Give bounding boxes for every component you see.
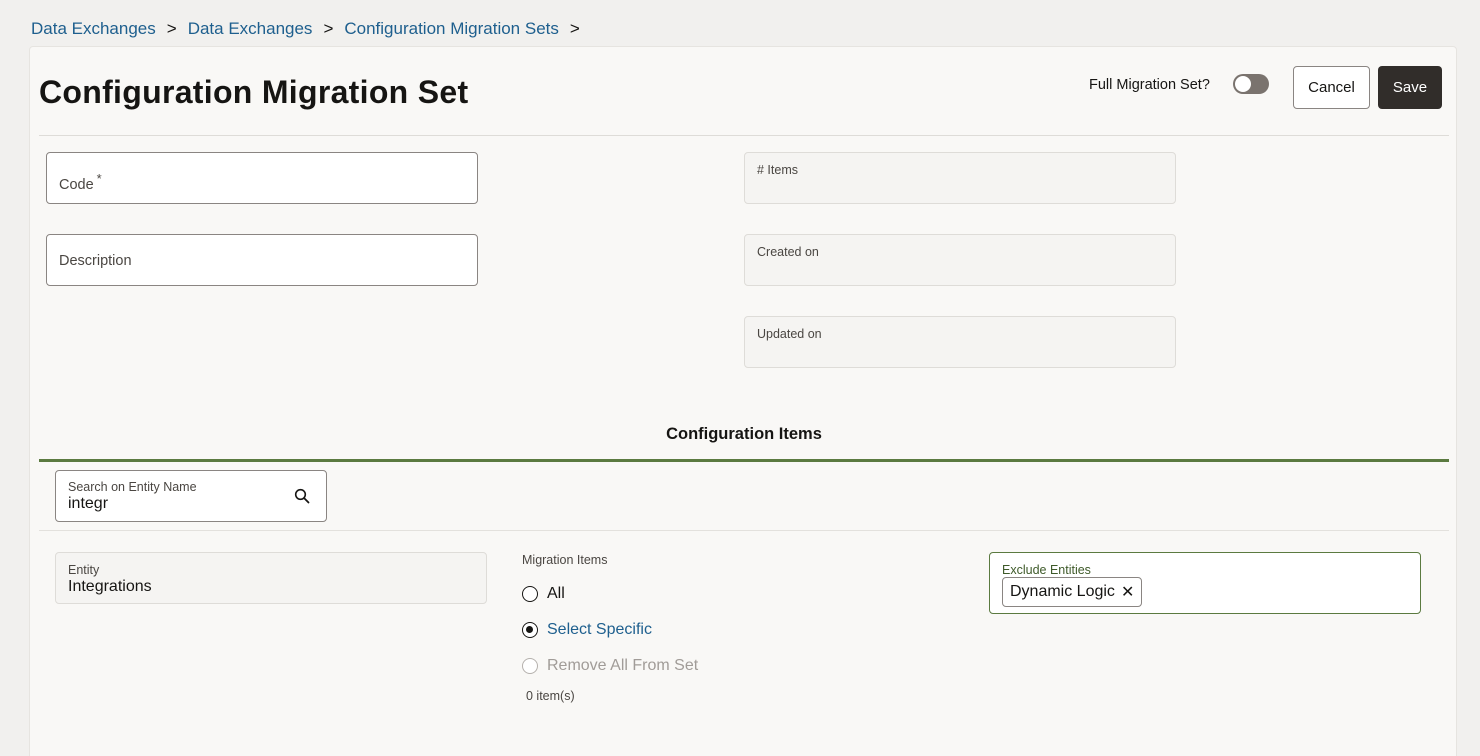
search-value: integr (68, 495, 109, 512)
section-underline (39, 459, 1449, 462)
search-icon[interactable] (294, 488, 310, 504)
breadcrumb-link-configuration-migration-sets[interactable]: Configuration Migration Sets (344, 19, 559, 39)
radio-select-specific-label: Select Specific (547, 621, 652, 638)
items-count-field: # Items (744, 152, 1176, 204)
radio-button-checked[interactable] (522, 622, 538, 638)
breadcrumb-separator: > (569, 19, 580, 38)
code-label-text: Code (59, 176, 94, 193)
page-title: Configuration Migration Set (39, 74, 469, 110)
entity-value: Integrations (68, 578, 152, 595)
radio-button-disabled (522, 658, 538, 674)
breadcrumb-link-data-exchanges[interactable]: Data Exchanges (31, 19, 156, 39)
breadcrumb-separator: > (166, 19, 177, 38)
close-icon[interactable]: ✕ (1121, 582, 1134, 602)
description-field[interactable]: Description (46, 234, 478, 286)
radio-remove-all-label: Remove All From Set (547, 657, 699, 674)
updated-on-label: Updated on (757, 327, 822, 341)
radio-button[interactable] (522, 586, 538, 602)
cancel-button[interactable]: Cancel (1293, 66, 1370, 109)
save-button[interactable]: Save (1378, 66, 1442, 109)
migration-items-label: Migration Items (522, 553, 608, 567)
header-divider (39, 135, 1449, 136)
exclude-entities-label: Exclude Entities (1002, 563, 1091, 577)
exclude-chip-label: Dynamic Logic (1010, 583, 1115, 600)
created-on-label: Created on (757, 245, 819, 259)
entity-search-input[interactable]: Search on Entity Name integr (55, 470, 327, 522)
required-marker: * (96, 171, 102, 186)
item-count-text: 0 item(s) (526, 689, 575, 703)
breadcrumb-link-data-exchanges-2[interactable]: Data Exchanges (188, 19, 313, 39)
toggle-knob (1235, 76, 1251, 92)
full-migration-set-label: Full Migration Set? (1089, 77, 1210, 93)
full-migration-set-toggle[interactable] (1233, 74, 1269, 94)
items-count-label: # Items (757, 163, 798, 177)
exclude-chip: Dynamic Logic ✕ (1002, 577, 1143, 607)
entity-field: Entity Integrations (55, 552, 487, 604)
description-label: Description (59, 253, 132, 269)
entity-label: Entity (68, 563, 100, 577)
section-title-configuration-items: Configuration Items (666, 425, 822, 443)
code-field[interactable]: Code * (46, 152, 478, 204)
breadcrumb-separator: > (323, 19, 334, 38)
section-divider (39, 530, 1449, 531)
updated-on-field: Updated on (744, 316, 1176, 368)
radio-all[interactable]: All (522, 585, 565, 603)
search-label: Search on Entity Name (68, 480, 197, 494)
radio-select-specific[interactable]: Select Specific (522, 621, 652, 639)
code-label: Code * (59, 171, 102, 193)
created-on-field: Created on (744, 234, 1176, 286)
breadcrumb: Data Exchanges > Data Exchanges > Config… (31, 18, 591, 40)
exclude-entities-input[interactable]: Exclude Entities Dynamic Logic ✕ (989, 552, 1421, 614)
main-panel: Configuration Migration Set Full Migrati… (29, 46, 1457, 756)
radio-all-label: All (547, 585, 565, 602)
radio-remove-all: Remove All From Set (522, 657, 698, 675)
